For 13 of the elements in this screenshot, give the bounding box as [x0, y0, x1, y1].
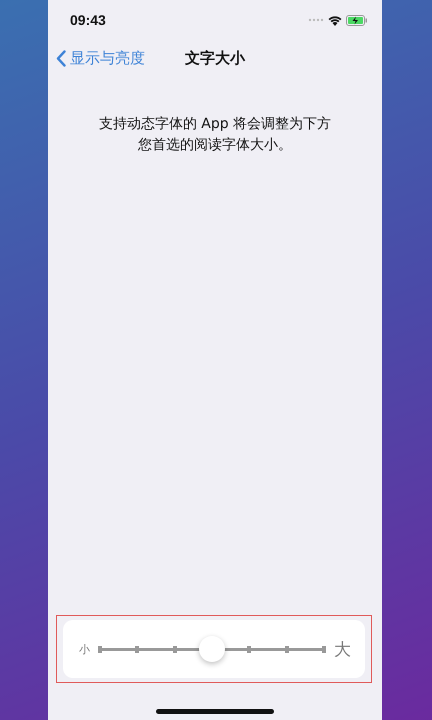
- small-label: 小: [79, 642, 90, 656]
- description-text: 您首选的阅读字体大小。: [138, 136, 292, 155]
- large-label: 大: [334, 638, 351, 660]
- description-text: 支持动态字体的 App 将会调整为下方: [98, 115, 332, 134]
- text-size-slider[interactable]: [100, 639, 324, 659]
- page-title: 文字大小: [185, 48, 245, 68]
- signal-icon: [308, 18, 324, 22]
- battery-charging-icon: [346, 14, 368, 26]
- chevron-left-icon: [56, 50, 66, 66]
- slider-thumb[interactable]: [199, 636, 225, 662]
- status-time: 09:43: [70, 12, 106, 28]
- back-link[interactable]: 显示与亮度: [56, 48, 145, 68]
- wifi-icon: [328, 14, 342, 26]
